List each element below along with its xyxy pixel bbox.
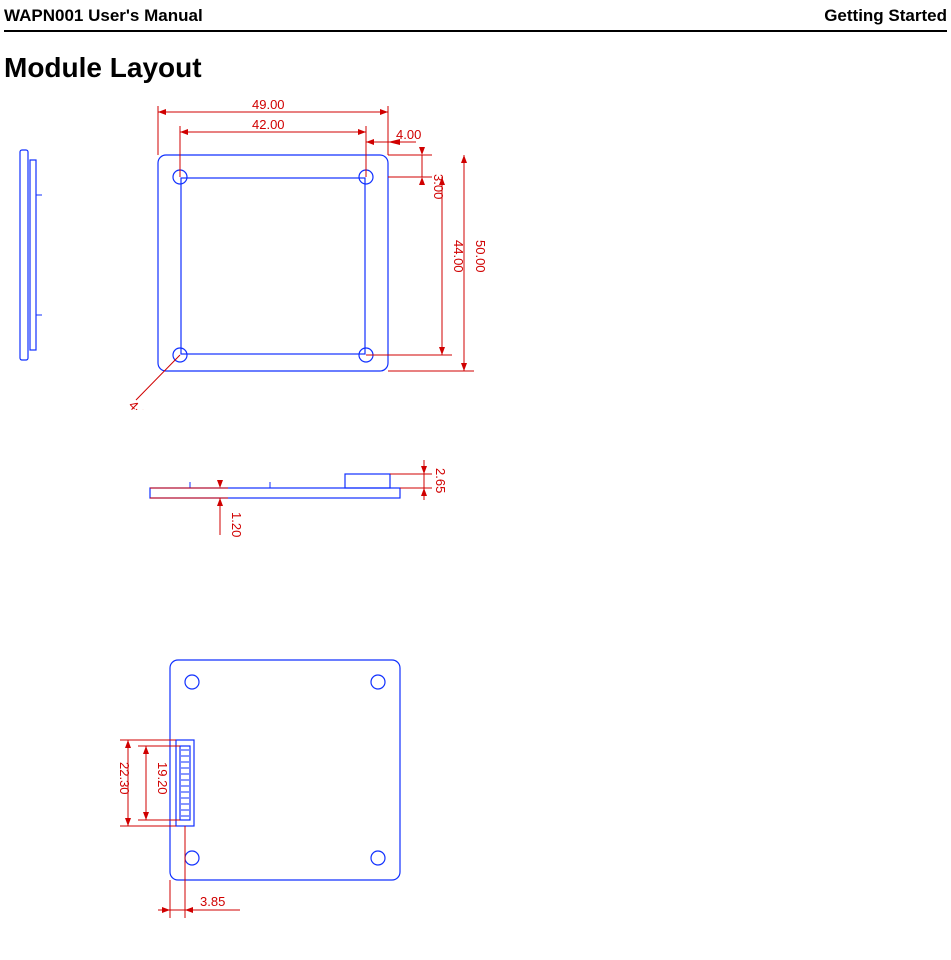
dim-bot-edge: 3.85 — [200, 894, 225, 909]
dim-top-tgap: 3.00 — [431, 174, 446, 199]
diagram-side-view: 2.65 1.20 — [120, 440, 540, 560]
diagram-bottom-view: 22.30 19.20 3.85 — [80, 640, 540, 960]
dim-top-holes: 4-Ø3.20 — [126, 398, 170, 410]
header-rule — [4, 30, 947, 32]
dim-bot-conI: 19.20 — [155, 762, 170, 795]
dim-top-width: 49.00 — [252, 100, 285, 112]
header-right: Getting Started — [824, 6, 947, 26]
dim-top-holesx: 42.00 — [252, 117, 285, 132]
page-title: Module Layout — [4, 52, 202, 84]
dim-bot-conO: 22.30 — [117, 762, 132, 795]
document-page: WAPN001 User's Manual Getting Started Mo… — [0, 0, 951, 959]
diagram-top-view: 49.00 42.00 4.00 3.00 44.00 50.00 4-Ø3.2… — [8, 100, 528, 410]
dim-top-rgap: 4.00 — [396, 127, 421, 142]
dim-side-top: 2.65 — [433, 468, 448, 493]
dim-top-height: 50.00 — [473, 240, 488, 273]
header-left: WAPN001 User's Manual — [4, 6, 203, 26]
running-header: WAPN001 User's Manual Getting Started — [4, 6, 947, 26]
dim-side-pcb: 1.20 — [229, 512, 244, 537]
